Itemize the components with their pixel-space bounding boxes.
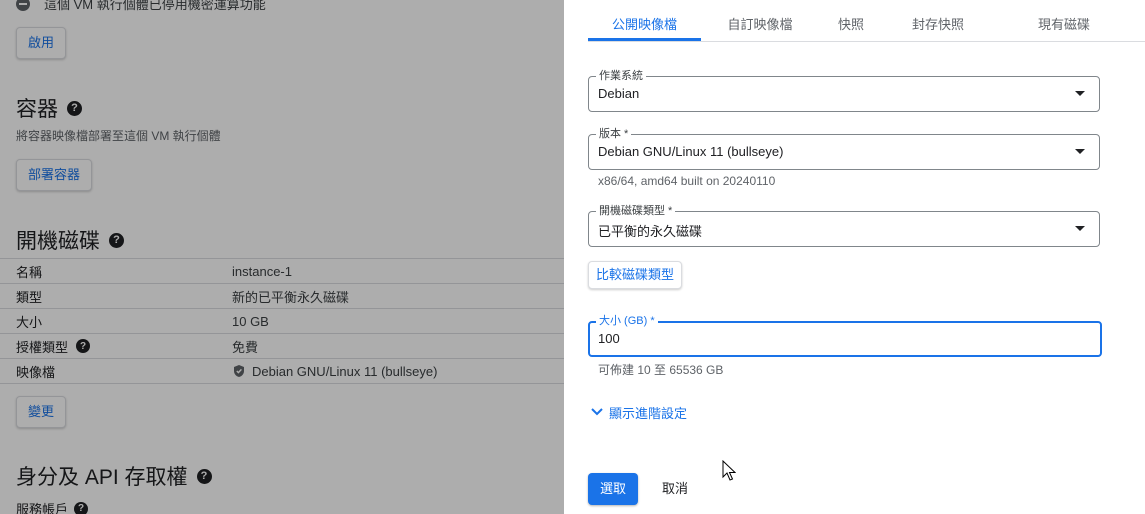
disk-type-value: 已平衡的永久磁碟 xyxy=(598,224,703,239)
show-advanced-settings-link[interactable]: 顯示進階設定 xyxy=(590,403,687,422)
size-label: 大小 (GB) * xyxy=(596,314,658,328)
tab-existing-disks[interactable]: 現有磁碟 xyxy=(1024,14,1104,33)
dropdown-arrow-icon xyxy=(1075,226,1085,231)
tab-snapshots[interactable]: 快照 xyxy=(826,14,876,33)
active-tab-indicator xyxy=(588,38,701,41)
version-label: 版本 * xyxy=(596,127,632,141)
compare-disk-types-button[interactable]: 比較磁碟類型 xyxy=(588,261,683,289)
version-hint: x86/64, amd64 built on 20240110 xyxy=(598,174,776,188)
source-tabs: 公開映像檔 自訂映像檔 快照 封存快照 現有磁碟 xyxy=(588,0,1145,42)
cancel-button[interactable]: 取消 xyxy=(652,473,698,505)
vm-create-form-background: 這個 VM 執行個體已停用機密運算功能 啟用 容器 ? 將容器映像檔部署至這個 … xyxy=(0,0,564,514)
disk-type-label: 開機磁碟類型 * xyxy=(596,204,676,218)
os-value: Debian xyxy=(598,86,640,101)
mouse-pointer-icon xyxy=(722,459,737,487)
version-value: Debian GNU/Linux 11 (bullseye) xyxy=(598,144,784,159)
tab-archive-snapshots[interactable]: 封存快照 xyxy=(898,14,978,33)
version-select[interactable]: 版本 * Debian GNU/Linux 11 (bullseye) xyxy=(588,127,1100,170)
advanced-settings-label: 顯示進階設定 xyxy=(609,406,688,421)
dropdown-arrow-icon xyxy=(1075,91,1085,96)
chevron-down-icon xyxy=(590,405,604,420)
size-hint: 可佈建 10 至 65536 GB xyxy=(598,363,724,377)
select-button[interactable]: 選取 xyxy=(588,473,638,505)
size-input[interactable]: 大小 (GB) * 100 xyxy=(588,314,1102,357)
os-select[interactable]: 作業系統 Debian xyxy=(588,69,1100,112)
os-label: 作業系統 xyxy=(596,69,646,83)
tab-public-images[interactable]: 公開映像檔 xyxy=(588,14,701,33)
disk-type-select[interactable]: 開機磁碟類型 * 已平衡的永久磁碟 xyxy=(588,204,1100,247)
tab-custom-images[interactable]: 自訂映像檔 xyxy=(710,14,810,33)
modal-scrim[interactable] xyxy=(0,0,564,514)
dropdown-arrow-icon xyxy=(1075,149,1085,154)
size-value[interactable]: 100 xyxy=(598,331,620,346)
boot-disk-panel: 公開映像檔 自訂映像檔 快照 封存快照 現有磁碟 作業系統 Debian 版本 … xyxy=(564,0,1145,514)
